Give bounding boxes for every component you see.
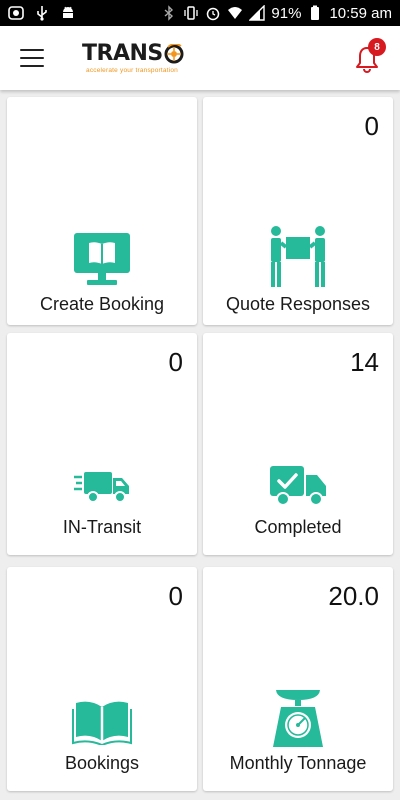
fast-truck-icon bbox=[74, 472, 129, 503]
battery-percent: 91% bbox=[271, 4, 302, 22]
transo-logo: TRANS accelerate your transportation bbox=[82, 40, 184, 74]
notification-badge: 8 bbox=[368, 38, 386, 56]
logo-tagline: accelerate your transportation bbox=[86, 66, 178, 74]
menu-icon[interactable] bbox=[20, 49, 44, 67]
tile-label: Completed bbox=[254, 517, 342, 537]
vibrate-icon bbox=[183, 5, 199, 21]
usb-icon bbox=[34, 5, 50, 21]
notifications-button[interactable]: 8 bbox=[352, 38, 386, 74]
tile-in-transit[interactable]: 0 IN-Transit bbox=[7, 333, 197, 555]
tile-quote-responses[interactable]: 0 Quote Responses bbox=[203, 97, 393, 325]
status-bar: 91% 10:59 am bbox=[0, 0, 400, 26]
gallery-icon bbox=[8, 5, 24, 21]
tile-count: 0 bbox=[364, 111, 379, 141]
logo-text: TRANS bbox=[82, 40, 163, 66]
open-book-icon bbox=[72, 701, 132, 745]
tile-bookings[interactable]: 0 Bookings bbox=[7, 567, 197, 791]
tile-label: Create Booking bbox=[39, 294, 165, 314]
tile-label: Bookings bbox=[64, 753, 140, 773]
tile-count: 0 bbox=[168, 347, 183, 377]
weighing-scale-icon bbox=[273, 690, 323, 747]
bluetooth-icon bbox=[161, 5, 177, 21]
people-carrying-box-icon bbox=[271, 226, 325, 287]
tile-label: IN-Transit bbox=[62, 517, 142, 537]
android-icon bbox=[60, 5, 76, 21]
monitor-book-icon bbox=[74, 233, 130, 285]
tile-create-booking[interactable]: Create Booking bbox=[7, 97, 197, 325]
dashboard-grid: Create Booking 0 Quote Responses 0 IN-Tr… bbox=[0, 90, 400, 800]
wifi-icon bbox=[227, 5, 243, 21]
tile-completed[interactable]: 14 Completed bbox=[203, 333, 393, 555]
battery-icon bbox=[307, 5, 323, 21]
wheel-icon bbox=[164, 43, 184, 63]
clock: 10:59 am bbox=[329, 4, 392, 22]
tile-count: 14 bbox=[350, 347, 379, 377]
signal-icon bbox=[249, 5, 266, 21]
alarm-icon bbox=[205, 5, 221, 21]
truck-check-icon bbox=[270, 466, 326, 506]
tile-count: 0 bbox=[168, 581, 183, 611]
tile-monthly-tonnage[interactable]: 20.0 Monthly Tonnage bbox=[203, 567, 393, 791]
tile-label: Quote Responses bbox=[225, 294, 371, 314]
tile-count: 20.0 bbox=[328, 581, 379, 611]
app-bar: TRANS accelerate your transportation 8 bbox=[0, 26, 400, 90]
tile-label: Monthly Tonnage bbox=[229, 753, 367, 773]
